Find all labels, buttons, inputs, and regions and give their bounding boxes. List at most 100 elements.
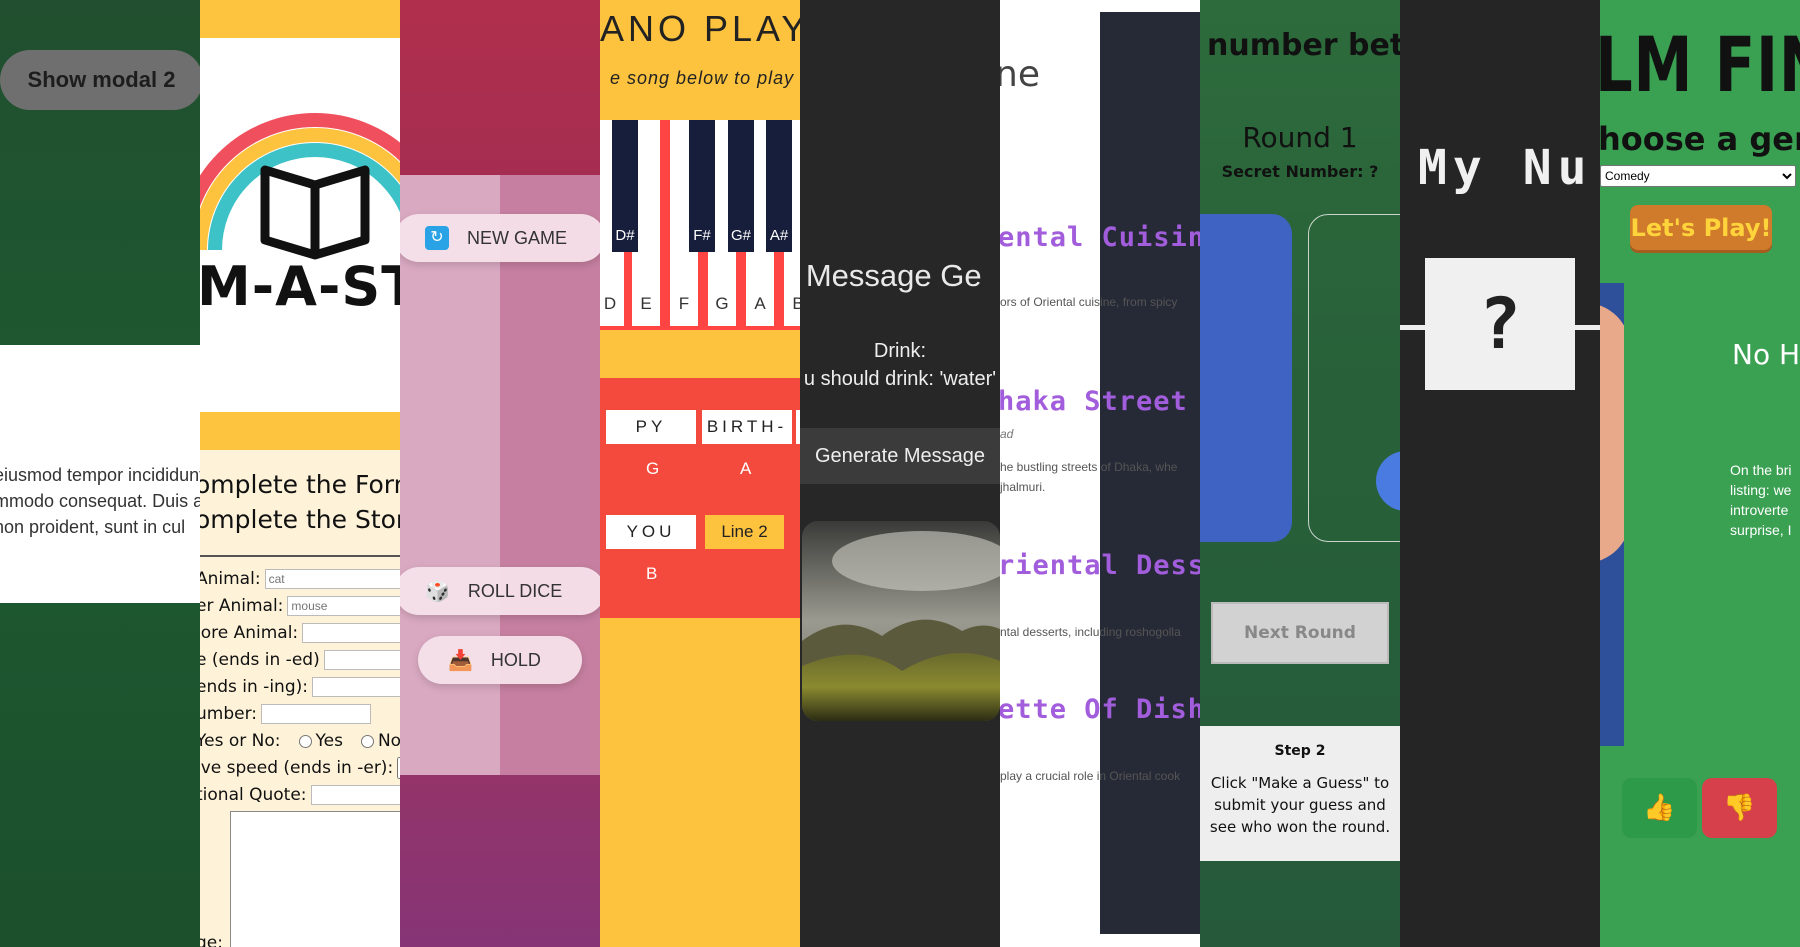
divider-bar — [200, 412, 400, 450]
no-radio[interactable] — [360, 734, 374, 748]
quote-label: tional Quote: — [200, 785, 307, 805]
secret-number: Secret Number: ? — [1221, 162, 1379, 181]
next-round-button[interactable]: Next Round — [1211, 602, 1389, 664]
genre-select[interactable]: Comedy — [1600, 165, 1796, 187]
yes-radio[interactable] — [298, 734, 312, 748]
page-title: number betw — [1207, 28, 1400, 63]
no-label: No — [377, 731, 400, 751]
show-modal-2-button[interactable]: Show modal 2 — [0, 50, 200, 110]
section-text: play a crucial role in Oriental cook — [1000, 769, 1181, 783]
movie-overview: On the bri listing: we introverte surpri… — [1730, 460, 1791, 540]
poster-face — [1600, 303, 1624, 563]
section-text: ors of Oriental cuisine, from spicy — [1000, 295, 1178, 309]
round-label: Round 1 — [1242, 121, 1358, 154]
piano-key-g-sharp[interactable]: G# — [728, 120, 754, 252]
logo-title: M-A-STO — [200, 255, 400, 318]
madlib-panel: M-A-STO omplete the Form omplete the Sto… — [200, 0, 400, 947]
field-label: ends in -ing): — [200, 677, 308, 697]
mystery-number-panel: My Nu ? — [1400, 0, 1600, 947]
field-row: e (ends in -ed) — [200, 647, 400, 673]
choose-genre-label: hoose a genr — [1600, 120, 1800, 158]
generate-message-button[interactable]: Generate Message — [800, 428, 1000, 484]
roll-dice-button[interactable]: 🎲 ROLL DICE — [400, 567, 600, 615]
other-animal-input[interactable] — [287, 596, 400, 616]
page-title: ANO PLAYE — [600, 8, 800, 49]
overview-line: surprise, I — [1730, 522, 1792, 538]
section-subtitle: ad — [1000, 427, 1014, 441]
player-2-board — [500, 175, 600, 775]
step-text-line: see who won the round. — [1209, 818, 1391, 836]
section-text: he bustling streets of Dhaka, whe — [1000, 460, 1178, 474]
step-title: Step 2 — [1274, 743, 1326, 759]
section-heading: haka Street Fo — [1000, 386, 1200, 417]
new-game-button[interactable]: ↻ NEW GAME — [400, 214, 600, 262]
number-input[interactable] — [261, 704, 372, 724]
key-label: E — [640, 294, 652, 313]
key-label: G — [715, 294, 729, 313]
inbox-icon: 📥 — [448, 649, 473, 672]
chord-label: A — [740, 459, 752, 478]
field-label: lore Animal: — [200, 623, 299, 643]
bottom-label: ge: — [200, 933, 223, 947]
lyrics-area: PY BIRTH- G A YOU Line 2 B — [600, 378, 800, 618]
piano-keyboard: D E F G A B D# F# G# A# — [600, 120, 800, 330]
page-title: ne — [1000, 54, 1040, 95]
subtitle: e song below to play th — [610, 68, 800, 88]
field-row: er Animal: — [200, 593, 400, 619]
animal-input[interactable] — [264, 569, 400, 589]
line-2-button[interactable]: Line 2 — [705, 515, 784, 549]
overview-line: listing: we — [1730, 482, 1792, 498]
field-label: umber: — [200, 704, 258, 724]
section-text: jhalmuri. — [1000, 480, 1046, 494]
mystery-number-box: ? — [1425, 258, 1575, 390]
piano-key-f-sharp[interactable]: F# — [689, 120, 715, 252]
film-finder-panel: LM FIND hoose a genr Comedy Let's Play! … — [1600, 0, 1800, 947]
player-card — [1200, 214, 1292, 542]
divider — [200, 555, 400, 557]
thumbs-up-icon: 👍 — [1643, 793, 1676, 823]
key-label: F — [678, 294, 690, 313]
more-animal-input[interactable] — [302, 623, 400, 643]
section-text: ntal desserts, including roshogolla — [1000, 625, 1181, 639]
form-heading: omplete the Form — [200, 470, 400, 499]
yes-label: Yes — [315, 731, 343, 751]
oriental-food-panel: ne ental Cuisine ors of Oriental cuisine… — [1000, 0, 1200, 947]
verb-ed-input[interactable] — [323, 650, 400, 670]
page-title: My Nu — [1418, 140, 1593, 196]
story-heading: omplete the Story — [200, 505, 400, 534]
field-row: Animal: — [200, 566, 400, 592]
drink-label: Drink: — [873, 340, 927, 362]
header-bar — [200, 0, 400, 38]
page-title: n Message Ge — [800, 258, 982, 293]
piano-key-d-sharp[interactable]: D# — [612, 120, 638, 252]
key-label: D — [603, 294, 617, 313]
lyric-word: PY — [606, 410, 696, 444]
step-text-line: Click "Make a Guess" to — [1210, 774, 1390, 792]
modal-text: eiusmod tempor incididunt mmodo consequa… — [0, 462, 200, 540]
lets-play-button[interactable]: Let's Play! — [1630, 205, 1772, 250]
section-heading: riental Desser — [1000, 550, 1200, 581]
story-textarea[interactable] — [230, 811, 400, 947]
lyric-word: BIRTH- — [702, 410, 792, 444]
chord-label: G — [646, 459, 660, 478]
modal-demo-panel: Show modal 2 eiusmod tempor incididunt m… — [0, 0, 200, 947]
verb-ing-input[interactable] — [311, 677, 400, 697]
page-title: LM FIND — [1600, 20, 1800, 109]
refresh-icon: ↻ — [425, 226, 449, 250]
key-label: A# — [769, 227, 789, 244]
step-card: Step 2 Click "Make a Guess" to submit yo… — [1200, 726, 1400, 861]
modal-text-line: non proident, sunt in cul — [0, 517, 186, 537]
field-row: ends in -ing): — [200, 674, 400, 700]
yes-no-label: Yes or No: — [200, 731, 281, 751]
hold-button[interactable]: 📥 HOLD — [418, 636, 582, 684]
dice-game-panel: ↻ NEW GAME 🎲 ROLL DICE 📥 HOLD — [400, 0, 600, 947]
step-text-line: submit your guess and — [1214, 796, 1386, 814]
quote-input[interactable] — [310, 785, 400, 805]
dice-icon: 🎲 — [425, 580, 450, 603]
number-guess-panel: number betw Round 1 Secret Number: ? Nex… — [1200, 0, 1400, 947]
bottom-row: ge: — [200, 930, 223, 947]
piano-key-a-sharp[interactable]: A# — [766, 120, 792, 252]
chord-label: B — [646, 564, 658, 583]
dislike-button[interactable]: 👎 — [1702, 778, 1777, 838]
like-button[interactable]: 👍 — [1622, 778, 1697, 838]
